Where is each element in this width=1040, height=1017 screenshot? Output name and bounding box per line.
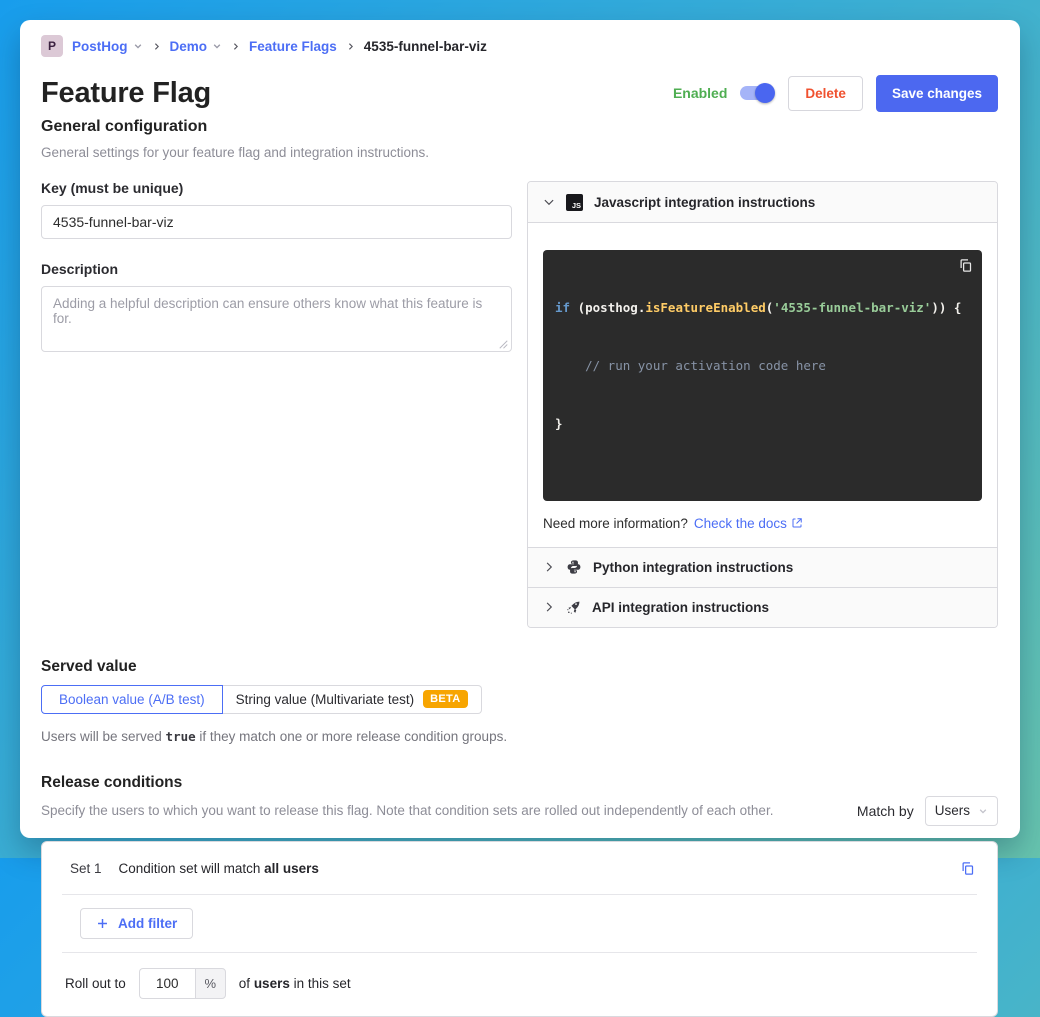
enabled-label: Enabled bbox=[673, 85, 727, 101]
served-value-heading: Served value bbox=[41, 658, 998, 676]
condition-set-text: Condition set will match all users bbox=[119, 861, 319, 876]
save-changes-button[interactable]: Save changes bbox=[876, 75, 998, 112]
release-conditions-row: Specify the users to which you want to r… bbox=[41, 796, 998, 826]
chevron-right-icon bbox=[152, 41, 161, 52]
org-avatar[interactable]: P bbox=[41, 35, 63, 57]
key-input[interactable] bbox=[41, 205, 512, 239]
breadcrumb-current: 4535-funnel-bar-viz bbox=[364, 39, 487, 54]
docs-link-label: Check the docs bbox=[694, 516, 787, 531]
python-panel-title: Python integration instructions bbox=[593, 560, 793, 575]
add-filter-button[interactable]: Add filter bbox=[80, 908, 193, 939]
release-conditions-section: Release conditions Specify the users to … bbox=[41, 774, 998, 1017]
add-filter-label: Add filter bbox=[118, 916, 177, 931]
page-title: Feature Flag bbox=[41, 77, 211, 110]
chevron-down-icon[interactable] bbox=[133, 41, 143, 51]
boolean-value-option[interactable]: Boolean value (A/B test) bbox=[41, 685, 223, 714]
feature-flag-card: P PostHog Demo Feature Flags 4535-funnel… bbox=[20, 20, 1020, 838]
match-by-select[interactable]: Users bbox=[925, 796, 998, 826]
copy-icon[interactable] bbox=[960, 861, 975, 876]
code-snippet: if (posthog.isFeatureEnabled('4535-funne… bbox=[543, 250, 982, 501]
true-code-text: true bbox=[166, 729, 196, 744]
general-configuration-heading: General configuration bbox=[41, 118, 998, 136]
javascript-panel-title: Javascript integration instructions bbox=[594, 195, 815, 210]
chevron-right-icon bbox=[543, 601, 555, 613]
match-by-label: Match by bbox=[857, 803, 914, 819]
toggle-knob[interactable] bbox=[755, 83, 775, 103]
chevron-down-icon[interactable] bbox=[212, 41, 222, 51]
chevron-down-icon bbox=[543, 196, 555, 208]
breadcrumb-project-label: Demo bbox=[170, 39, 208, 54]
condition-set-box: Set 1 Condition set will match all users… bbox=[41, 841, 998, 1017]
rollout-suffix-text: of users in this set bbox=[239, 976, 351, 991]
condition-set-header: Set 1 Condition set will match all users bbox=[42, 842, 997, 894]
external-link-icon bbox=[791, 517, 803, 529]
copy-icon[interactable] bbox=[958, 258, 973, 273]
beta-badge: BETA bbox=[423, 690, 467, 708]
served-value-note: Users will be served true if they match … bbox=[41, 729, 998, 744]
description-field-wrap bbox=[41, 286, 512, 357]
general-columns: Key (must be unique) Description JS Java… bbox=[41, 180, 998, 628]
release-conditions-description: Specify the users to which you want to r… bbox=[41, 803, 773, 818]
string-value-option[interactable]: String value (Multivariate test) BETA bbox=[223, 685, 482, 714]
general-configuration-subheading: General settings for your feature flag a… bbox=[41, 145, 998, 160]
match-by: Match by Users bbox=[857, 796, 998, 826]
rollout-percentage-input[interactable] bbox=[139, 968, 195, 999]
code-close-line: } bbox=[555, 414, 970, 433]
header-actions: Enabled Delete Save changes bbox=[673, 75, 998, 112]
delete-button[interactable]: Delete bbox=[788, 76, 863, 111]
description-label: Description bbox=[41, 261, 512, 277]
release-conditions-heading: Release conditions bbox=[41, 774, 998, 792]
match-by-value: Users bbox=[935, 803, 970, 818]
javascript-icon: JS bbox=[566, 194, 583, 211]
breadcrumb-feature-flags[interactable]: Feature Flags bbox=[249, 39, 337, 54]
served-value-section: Served value Boolean value (A/B test) St… bbox=[41, 658, 998, 744]
python-icon bbox=[566, 559, 582, 575]
description-textarea[interactable] bbox=[41, 286, 512, 352]
chevron-right-icon bbox=[231, 41, 240, 52]
breadcrumb-org-label: PostHog bbox=[72, 39, 128, 54]
javascript-panel-body: if (posthog.isFeatureEnabled('4535-funne… bbox=[528, 222, 997, 547]
api-panel-header[interactable]: API integration instructions bbox=[528, 587, 997, 627]
check-the-docs-link[interactable]: Check the docs bbox=[694, 516, 803, 531]
chevron-right-icon bbox=[346, 41, 355, 52]
breadcrumb: P PostHog Demo Feature Flags 4535-funnel… bbox=[41, 32, 998, 60]
docs-prefix: Need more information? bbox=[543, 516, 688, 531]
enabled-toggle[interactable] bbox=[738, 83, 775, 103]
rollout-row: Roll out to % of users in this set bbox=[42, 953, 997, 1016]
page-header: Feature Flag Enabled Delete Save changes bbox=[41, 72, 998, 114]
plus-icon bbox=[96, 917, 109, 930]
javascript-panel-header[interactable]: JS Javascript integration instructions bbox=[528, 182, 997, 222]
flag-form-column: Key (must be unique) Description bbox=[41, 180, 512, 357]
served-value-segmented-control: Boolean value (A/B test) String value (M… bbox=[41, 685, 482, 714]
breadcrumb-project[interactable]: Demo bbox=[170, 39, 223, 54]
rollout-percent-suffix: % bbox=[195, 968, 226, 999]
code-line: if (posthog.isFeatureEnabled('4535-funne… bbox=[555, 298, 970, 317]
python-panel-header[interactable]: Python integration instructions bbox=[528, 547, 997, 587]
key-label: Key (must be unique) bbox=[41, 180, 512, 196]
rollout-prefix-label: Roll out to bbox=[65, 976, 126, 991]
api-panel-title: API integration instructions bbox=[592, 600, 769, 615]
chevron-right-icon bbox=[543, 561, 555, 573]
docs-line: Need more information? Check the docs bbox=[543, 516, 982, 531]
string-value-label: String value (Multivariate test) bbox=[236, 692, 415, 707]
breadcrumb-org[interactable]: PostHog bbox=[72, 39, 143, 54]
code-comment-line: // run your activation code here bbox=[555, 356, 970, 375]
add-filter-row: Add filter bbox=[42, 895, 997, 952]
select-chevron-icon bbox=[978, 806, 988, 816]
integration-instructions-group: JS Javascript integration instructions i… bbox=[527, 181, 998, 628]
set-label: Set 1 bbox=[70, 861, 102, 876]
resize-handle-icon[interactable] bbox=[499, 340, 508, 349]
rollout-input-group: % bbox=[139, 968, 226, 999]
api-rocket-icon bbox=[566, 600, 581, 615]
